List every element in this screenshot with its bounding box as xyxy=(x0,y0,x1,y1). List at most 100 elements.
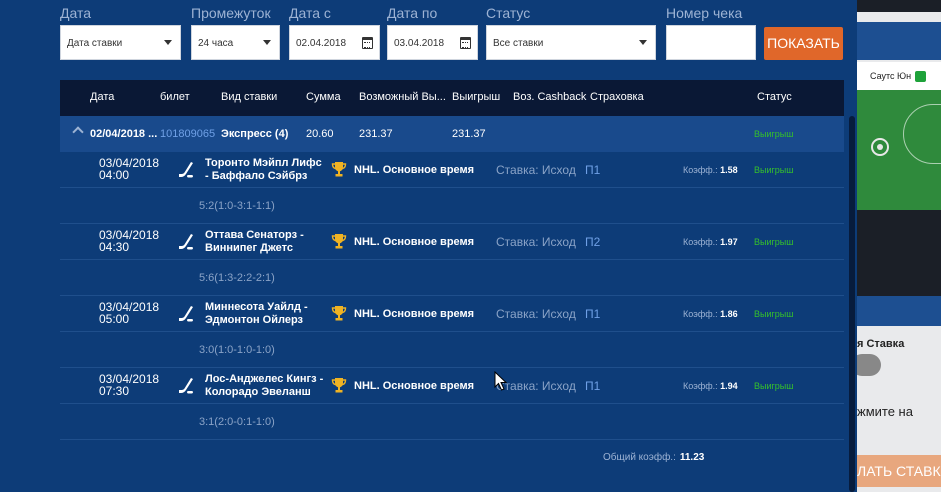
event-team1: Торонто Мэйпл Лифс xyxy=(205,157,322,169)
event-coef-value: 1.58 xyxy=(720,165,738,175)
chevron-down-icon xyxy=(164,40,172,45)
total-coefficient: Общий коэфф.: 11.23 xyxy=(603,452,704,463)
event-score: 5:2(1:0-3:1-1:1) xyxy=(199,200,275,212)
summary-status: Выигрыш xyxy=(754,129,794,139)
event-coef-value: 1.94 xyxy=(720,381,738,391)
trophy-icon xyxy=(331,161,347,178)
event-coef-label: Коэфф.: xyxy=(683,381,718,391)
hockey-stick-icon xyxy=(178,377,196,395)
event-league: NHL. Основное время xyxy=(354,164,475,176)
ticket-link[interactable]: 101809065 xyxy=(160,128,215,140)
summary-bet-kind: Экспресс (4) xyxy=(221,128,289,140)
event-bet-type: Ставка: Исход xyxy=(496,307,576,321)
event-pick: П1 xyxy=(585,307,601,321)
status-select[interactable]: Все ставки xyxy=(486,25,656,60)
column-header-bet-kind[interactable]: Вид ставки xyxy=(221,91,277,103)
column-header-win[interactable]: Выигрыш xyxy=(452,91,500,103)
event-status: Выигрыш xyxy=(754,381,794,391)
show-button[interactable]: ПОКАЗАТЬ xyxy=(764,27,843,60)
table-row[interactable]: 03/04/2018 05:00 Миннесота Уайлд - Эдмонтон… xyxy=(60,296,844,332)
bg-press-text: жмите на xyxy=(857,404,913,419)
trophy-icon xyxy=(331,377,347,394)
date-from-label: Дата с xyxy=(289,5,331,21)
column-header-sum[interactable]: Сумма xyxy=(306,91,341,103)
date-type-value: Дата ставки xyxy=(67,38,123,49)
chevron-up-icon[interactable] xyxy=(72,126,84,138)
calendar-icon[interactable] xyxy=(362,37,373,49)
date-to-value: 03.04.2018 xyxy=(394,38,445,49)
trophy-icon xyxy=(331,233,347,250)
bg-top-strip xyxy=(857,0,941,12)
event-teams: Торонто Мэйпл Лифс - Баффало Сэйбрз xyxy=(205,157,322,183)
event-coefficient: Коэфф.: 1.94 xyxy=(683,381,738,391)
column-header-possible-win[interactable]: Возможный Вы... xyxy=(359,91,446,103)
score-row: 5:6(1:3-2:2-2:1) xyxy=(60,260,844,296)
event-coefficient: Коэфф.: 1.97 xyxy=(683,237,738,247)
event-league: NHL. Основное время xyxy=(354,380,475,392)
event-league: NHL. Основное время xyxy=(354,308,475,320)
summary-sum: 20.60 xyxy=(306,128,334,140)
bg-place-bet-button[interactable]: ЛАТЬ СТАВКУ xyxy=(857,455,941,487)
column-header-date[interactable]: Дата xyxy=(90,91,114,103)
event-time: 04:30 xyxy=(99,240,130,254)
score-row: 5:2(1:0-3:1-1:1) xyxy=(60,188,844,224)
summary-possible-win: 231.37 xyxy=(359,128,393,140)
column-header-cashback[interactable]: Воз. Cashback xyxy=(513,91,586,103)
hockey-stick-icon xyxy=(178,161,196,179)
event-datetime: 03/04/2018 05:00 xyxy=(99,301,159,325)
bg-team-bar: Саутс Юн xyxy=(857,62,941,90)
score-row: 3:0(1:0-1:0-1:0) xyxy=(60,332,844,368)
date-to-input[interactable]: 03.04.2018 xyxy=(387,25,478,60)
date-from-input[interactable]: 02.04.2018 xyxy=(289,25,380,60)
event-team1: Лос-Анджелес Кингз - xyxy=(205,373,324,385)
event-status: Выигрыш xyxy=(754,165,794,175)
check-number-label: Номер чека xyxy=(666,5,743,21)
date-type-select[interactable]: Дата ставки xyxy=(60,25,181,60)
calendar-icon[interactable] xyxy=(460,37,471,49)
event-status: Выигрыш xyxy=(754,237,794,247)
event-coefficient: Коэфф.: 1.86 xyxy=(683,309,738,319)
trophy-icon xyxy=(331,305,347,322)
chevron-down-icon xyxy=(263,40,271,45)
shirt-icon xyxy=(915,71,927,83)
event-teams: Лос-Анджелес Кингз - Колорадо Эвеланш xyxy=(205,373,323,399)
event-pick: П2 xyxy=(585,235,601,249)
status-value: Все ставки xyxy=(493,38,544,49)
event-pick: П1 xyxy=(585,163,601,177)
column-header-insurance[interactable]: Страховка xyxy=(590,91,644,103)
period-label: Промежуток xyxy=(191,5,271,21)
hockey-stick-icon xyxy=(178,305,196,323)
status-label: Статус xyxy=(486,5,531,21)
column-header-ticket[interactable]: билет xyxy=(160,91,190,103)
event-coef-value: 1.86 xyxy=(720,309,738,319)
event-team2: Виннипег Джетс xyxy=(205,242,293,254)
event-time: 07:30 xyxy=(99,384,130,398)
event-teams: Оттава Сенаторз - Виннипег Джетс xyxy=(205,229,304,255)
event-bet-type: Ставка: Исход xyxy=(496,235,576,249)
event-team2: - Баффало Сэйбрз xyxy=(205,170,308,182)
event-coef-label: Коэфф.: xyxy=(683,309,718,319)
total-coef-label: Общий коэфф.: xyxy=(603,452,676,463)
event-datetime: 03/04/2018 04:30 xyxy=(99,229,159,253)
date-to-label: Дата по xyxy=(387,5,438,21)
period-select[interactable]: 24 часа xyxy=(191,25,280,60)
event-score: 3:0(1:0-1:0-1:0) xyxy=(199,344,275,356)
table-row-express[interactable]: 02/04/2018 ... 101809065 Экспресс (4) 20… xyxy=(60,116,844,152)
bg-fast-bet-toggle[interactable] xyxy=(857,354,881,376)
table-header: Дата билет Вид ставки Сумма Возможный Вы… xyxy=(60,80,844,116)
chevron-down-icon xyxy=(639,40,647,45)
table-row[interactable]: 03/04/2018 04:30 Оттава Сенаторз - Виннипег… xyxy=(60,224,844,260)
event-time: 04:00 xyxy=(99,168,130,182)
event-team1: Оттава Сенаторз - xyxy=(205,229,304,241)
event-score: 3:1(2:0-0:1-1:0) xyxy=(199,416,275,428)
check-number-input[interactable] xyxy=(666,25,756,60)
event-time: 05:00 xyxy=(99,312,130,326)
event-team1: Миннесота Уайлд - xyxy=(205,301,308,313)
event-status: Выигрыш xyxy=(754,309,794,319)
scrollbar-thumb[interactable] xyxy=(849,116,855,492)
table-row[interactable]: 03/04/2018 04:00 Торонто Мэйпл Лифс - Баффа… xyxy=(60,152,844,188)
mouse-cursor-icon xyxy=(494,371,508,391)
column-header-status[interactable]: Статус xyxy=(757,91,792,103)
event-pick: П1 xyxy=(585,379,601,393)
table-row[interactable]: 03/04/2018 07:30 Лос-Анджелес Кингз - Колор… xyxy=(60,368,844,404)
